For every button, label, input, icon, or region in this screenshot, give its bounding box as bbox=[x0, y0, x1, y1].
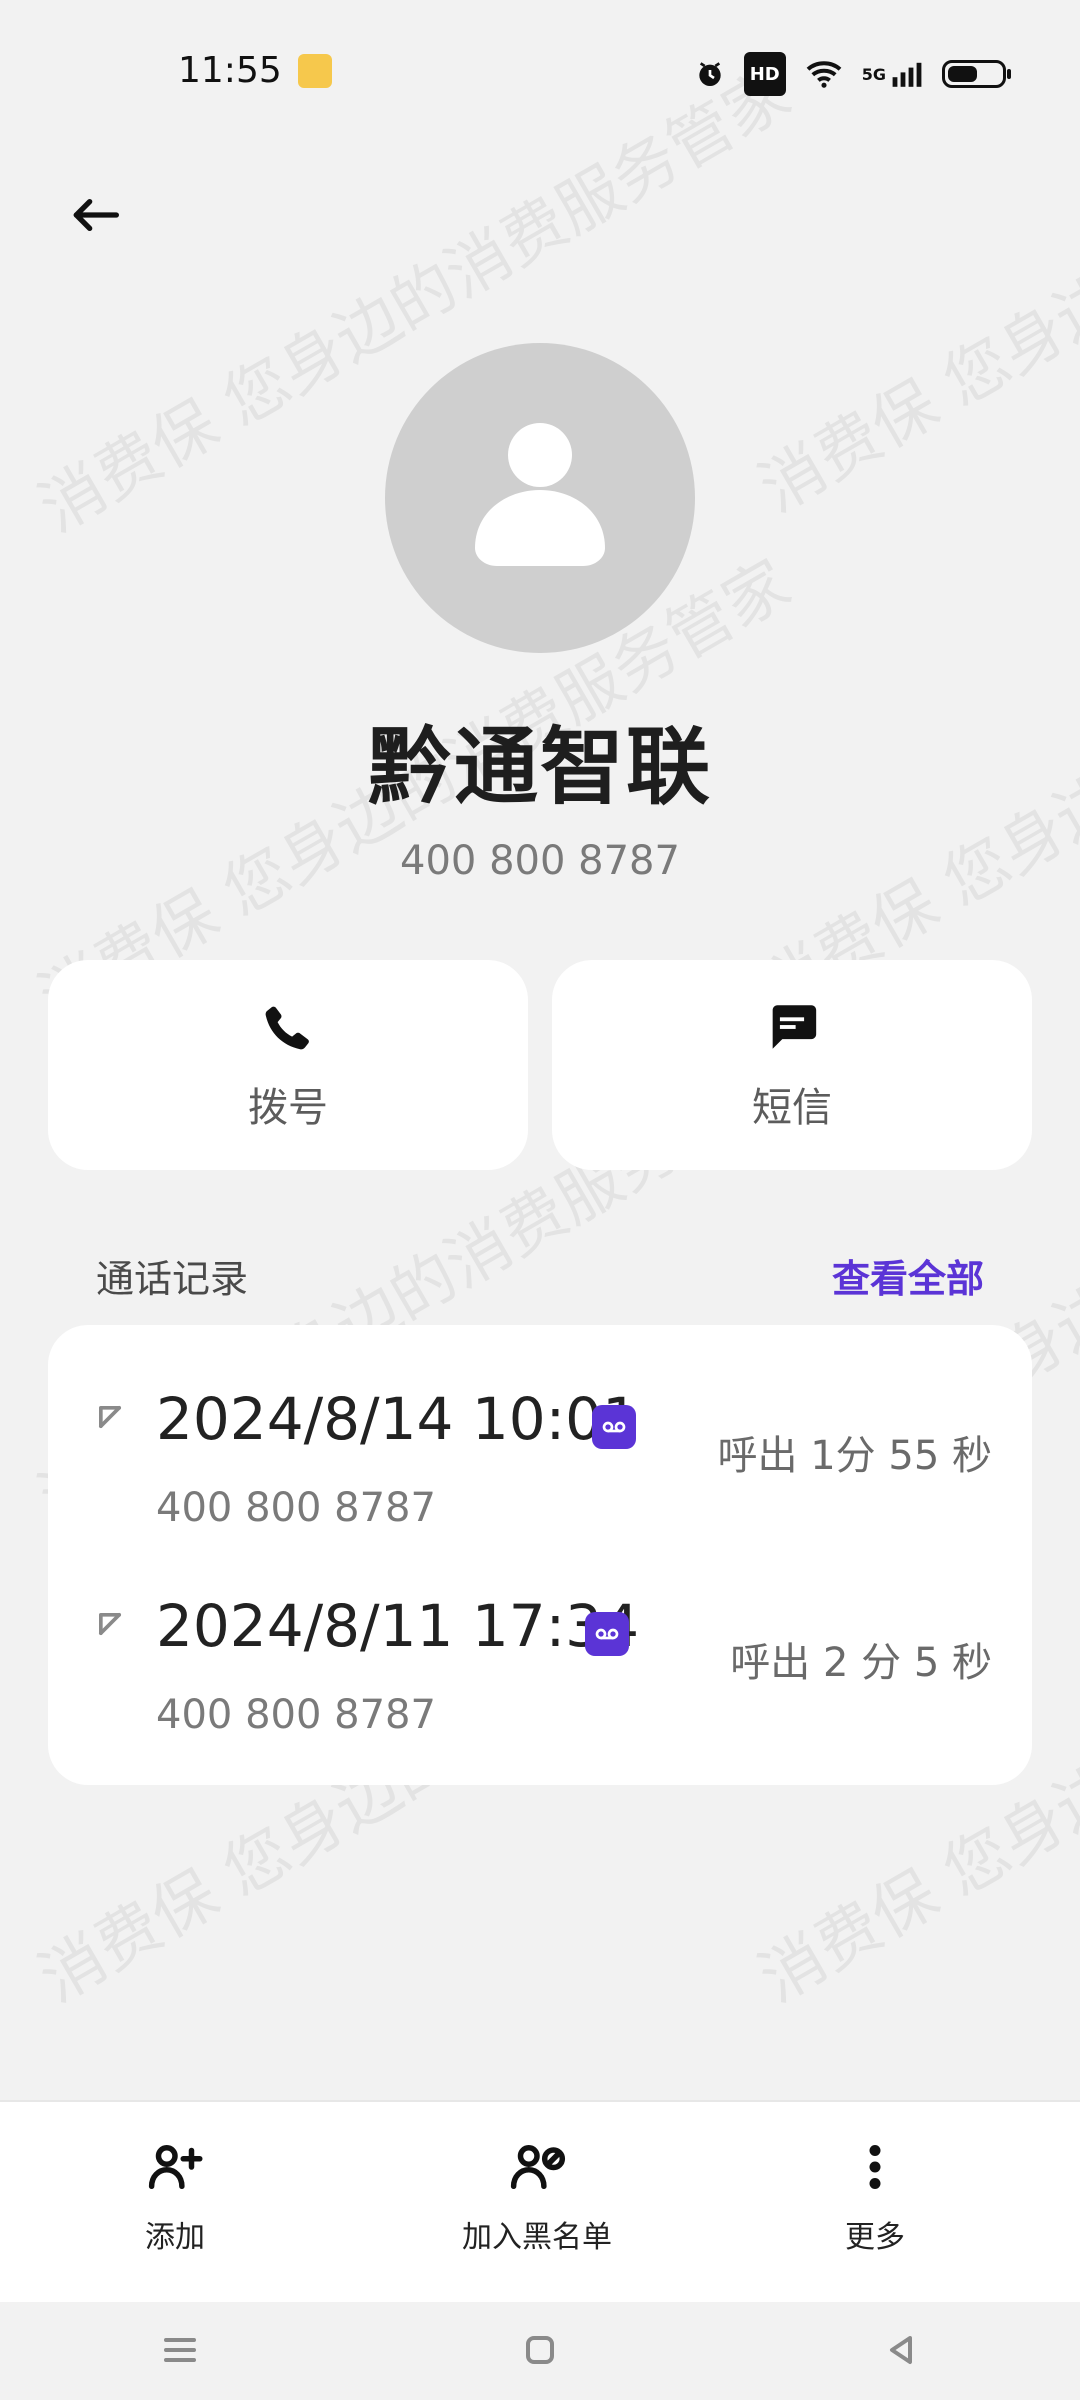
contact-phone: 400 800 8787 bbox=[400, 838, 680, 884]
dial-button[interactable]: 拨号 bbox=[48, 960, 528, 1170]
call-number: 400 800 8787 bbox=[156, 1485, 436, 1531]
sms-label: 短信 bbox=[752, 1085, 832, 1131]
call-number: 400 800 8787 bbox=[156, 1692, 436, 1738]
recording-icon[interactable] bbox=[592, 1405, 636, 1449]
back-button[interactable] bbox=[60, 180, 130, 250]
dial-label: 拨号 bbox=[248, 1085, 328, 1131]
message-icon bbox=[762, 997, 822, 1057]
status-icons: HD 5G bbox=[694, 52, 1011, 96]
battery-icon bbox=[942, 56, 1011, 92]
more-button[interactable]: 更多 bbox=[840, 2132, 910, 2256]
call-log-card: 2024/8/14 10:01 400 800 8787 呼出 1分 55 秒 … bbox=[48, 1325, 1032, 1785]
add-contact-button[interactable]: 添加 bbox=[140, 2132, 210, 2256]
wifi-icon bbox=[804, 56, 844, 92]
call-log-row[interactable]: 2024/8/14 10:01 400 800 8787 呼出 1分 55 秒 bbox=[48, 1385, 1032, 1545]
contact-avatar bbox=[385, 343, 695, 653]
sms-button[interactable]: 短信 bbox=[552, 960, 1032, 1170]
outgoing-call-icon bbox=[99, 1613, 121, 1635]
block-person-icon bbox=[502, 2132, 572, 2202]
home-button[interactable] bbox=[510, 2320, 570, 2380]
blacklist-button[interactable]: 加入黑名单 bbox=[462, 2132, 612, 2256]
add-label: 添加 bbox=[145, 2220, 205, 2255]
contact-name: 黔通智联 bbox=[367, 718, 712, 816]
alarm-icon bbox=[694, 56, 726, 92]
person-icon bbox=[475, 423, 605, 566]
call-datetime: 2024/8/14 10:01 bbox=[156, 1385, 639, 1453]
more-vertical-icon bbox=[840, 2132, 910, 2202]
system-navigation bbox=[0, 2300, 1080, 2400]
call-log-row[interactable]: 2024/8/11 17:34 400 800 8787 呼出 2 分 5 秒 bbox=[48, 1592, 1032, 1752]
status-time: 11:55 bbox=[178, 50, 282, 91]
back-nav-button[interactable] bbox=[870, 2320, 930, 2380]
call-duration: 呼出 2 分 5 秒 bbox=[730, 1640, 992, 1686]
phone-icon bbox=[258, 997, 318, 1057]
watermark-text: 消费保 您身边 bbox=[747, 260, 1080, 528]
add-person-icon bbox=[140, 2132, 210, 2202]
outgoing-call-icon bbox=[99, 1406, 121, 1428]
more-label: 更多 bbox=[845, 2220, 905, 2255]
network-label: 5G bbox=[861, 64, 886, 84]
call-datetime: 2024/8/11 17:34 bbox=[156, 1592, 639, 1660]
signal-5g-icon: 5G bbox=[862, 56, 924, 92]
bottom-action-bar: 添加 加入黑名单 更多 bbox=[0, 2100, 1080, 2302]
notification-emoji-icon bbox=[298, 54, 332, 88]
hd-badge: HD bbox=[743, 52, 786, 96]
recent-apps-button[interactable] bbox=[150, 2320, 210, 2380]
call-log-title: 通话记录 bbox=[96, 1257, 249, 1301]
recording-icon[interactable] bbox=[585, 1612, 629, 1656]
blacklist-label: 加入黑名单 bbox=[462, 2220, 612, 2255]
view-all-link[interactable]: 查看全部 bbox=[832, 1248, 984, 1303]
call-duration: 呼出 1分 55 秒 bbox=[717, 1433, 993, 1479]
back-arrow-icon bbox=[73, 199, 119, 231]
